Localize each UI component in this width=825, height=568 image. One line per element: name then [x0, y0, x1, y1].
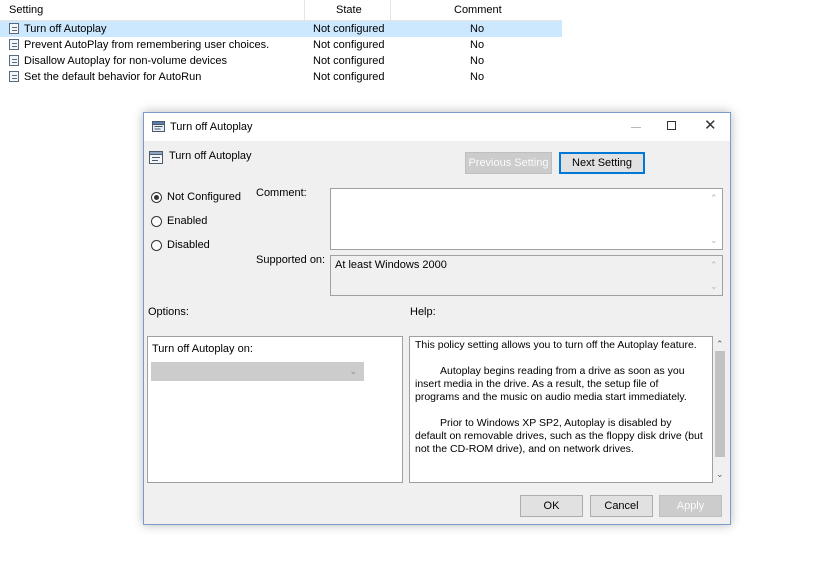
- radio-button[interactable]: [151, 240, 162, 251]
- options-label: Options:: [148, 306, 189, 318]
- row-state: Not configured: [313, 71, 385, 83]
- help-scrollbar[interactable]: ⌃ ⌄: [713, 336, 727, 483]
- minimize-button[interactable]: [618, 113, 654, 141]
- policy-setting-icon: [9, 55, 19, 66]
- list-header: Setting State Comment: [0, 0, 562, 21]
- comment-scrollbar[interactable]: ⌃ ⌄: [707, 189, 722, 249]
- radio-button[interactable]: [151, 216, 162, 227]
- header-state[interactable]: State: [336, 4, 362, 20]
- help-paragraph: Prior to Windows XP SP2, Autoplay is dis…: [415, 417, 703, 455]
- chevron-down-icon: ⌄: [349, 366, 357, 376]
- policy-dialog: Turn off Autoplay ✕ Turn off Autoplay Pr…: [143, 112, 731, 525]
- cancel-button[interactable]: Cancel: [590, 495, 653, 517]
- table-row[interactable]: Set the default behavior for AutoRun Not…: [0, 69, 562, 85]
- apply-button[interactable]: Apply: [659, 495, 722, 517]
- row-comment: No: [470, 23, 485, 35]
- autoplay-drive-select[interactable]: ⌄: [151, 362, 364, 381]
- scroll-up-icon[interactable]: ⌃: [710, 194, 718, 203]
- supported-on-field[interactable]: At least Windows 2000 ⌃ ⌄: [330, 255, 723, 296]
- table-row[interactable]: Disallow Autoplay for non-volume devices…: [0, 53, 562, 69]
- radio-label: Disabled: [167, 239, 210, 251]
- ok-button[interactable]: OK: [520, 495, 583, 517]
- help-label: Help:: [410, 306, 436, 318]
- help-paragraph: Autoplay begins reading from a drive as …: [415, 365, 687, 403]
- row-setting: Prevent AutoPlay from remembering user c…: [24, 39, 270, 51]
- previous-setting-label: Previous Setting: [468, 157, 549, 169]
- radio-disabled[interactable]: Disabled: [151, 239, 246, 255]
- radio-not-configured[interactable]: Not Configured: [151, 191, 246, 207]
- help-paragraph: This policy setting allows you to turn o…: [415, 339, 697, 351]
- close-icon: ✕: [704, 117, 717, 134]
- scroll-up-icon[interactable]: ⌃: [716, 339, 724, 350]
- policy-setting-icon: [9, 23, 19, 34]
- ok-label: OK: [543, 500, 560, 512]
- next-setting-button[interactable]: Next Setting: [559, 152, 645, 174]
- scrollbar-thumb[interactable]: [715, 351, 725, 457]
- next-setting-label: Next Setting: [572, 157, 632, 169]
- supported-on-value: At least Windows 2000: [335, 259, 447, 271]
- row-comment: No: [470, 39, 485, 51]
- header-divider[interactable]: [390, 0, 391, 20]
- dialog-title: Turn off Autoplay: [170, 121, 253, 133]
- close-button[interactable]: ✕: [692, 113, 728, 141]
- policy-setting-icon: [9, 39, 19, 50]
- help-text: This policy setting allows you to turn o…: [415, 339, 705, 469]
- maximize-button[interactable]: [654, 113, 690, 141]
- row-comment: No: [470, 55, 485, 67]
- header-comment[interactable]: Comment: [454, 4, 502, 20]
- radio-label: Not Configured: [167, 191, 241, 203]
- radio-label: Enabled: [167, 215, 208, 227]
- comment-field[interactable]: ⌃ ⌄: [330, 188, 723, 250]
- table-row[interactable]: Turn off Autoplay Not configured No: [0, 21, 562, 37]
- radio-button[interactable]: [151, 192, 162, 203]
- scroll-up-icon[interactable]: ⌃: [710, 261, 718, 270]
- header-setting[interactable]: Setting: [9, 4, 43, 20]
- scroll-down-icon[interactable]: ⌄: [710, 282, 718, 291]
- policy-setting-icon: [149, 151, 163, 164]
- header-divider[interactable]: [304, 0, 305, 20]
- row-setting: Disallow Autoplay for non-volume devices: [24, 55, 227, 67]
- radio-enabled[interactable]: Enabled: [151, 215, 246, 231]
- options-panel: Turn off Autoplay on: ⌄: [147, 336, 403, 483]
- group-policy-editor-icon: [152, 121, 165, 132]
- cancel-label: Cancel: [604, 500, 639, 512]
- policy-name: Turn off Autoplay: [169, 150, 252, 162]
- title-bar[interactable]: Turn off Autoplay ✕: [144, 113, 730, 141]
- previous-setting-button[interactable]: Previous Setting: [465, 152, 552, 174]
- row-comment: No: [470, 71, 485, 83]
- row-state: Not configured: [313, 23, 385, 35]
- scroll-down-icon[interactable]: ⌄: [716, 469, 724, 480]
- apply-label: Apply: [676, 500, 705, 512]
- help-panel: This policy setting allows you to turn o…: [409, 336, 713, 483]
- table-row[interactable]: Prevent AutoPlay from remembering user c…: [0, 37, 562, 53]
- minimize-icon: [631, 127, 641, 128]
- maximize-icon: [667, 121, 676, 130]
- row-setting: Set the default behavior for AutoRun: [24, 71, 202, 83]
- row-setting: Turn off Autoplay: [24, 23, 107, 35]
- supported-scrollbar[interactable]: ⌃ ⌄: [707, 256, 722, 295]
- supported-on-label: Supported on:: [256, 254, 326, 266]
- policy-setting-icon: [9, 71, 19, 82]
- row-state: Not configured: [313, 55, 385, 67]
- scroll-down-icon[interactable]: ⌄: [710, 236, 718, 245]
- row-state: Not configured: [313, 39, 385, 51]
- option-field-label: Turn off Autoplay on:: [152, 343, 253, 355]
- comment-label: Comment:: [256, 187, 307, 199]
